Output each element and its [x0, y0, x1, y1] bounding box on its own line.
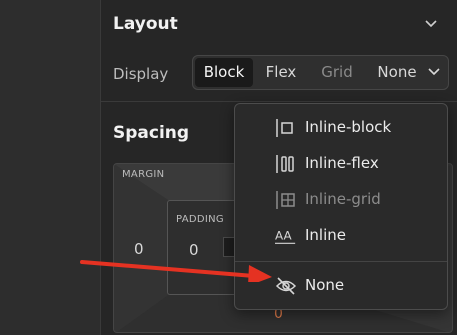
- menu-item-inline-grid[interactable]: Inline-grid: [235, 184, 447, 216]
- inline-block-icon: [276, 119, 293, 137]
- layout-section-title: Layout: [113, 14, 178, 34]
- display-label: Display: [113, 65, 169, 83]
- menu-item-inline[interactable]: AA Inline: [235, 220, 447, 252]
- svg-text:AA: AA: [275, 229, 292, 243]
- display-option-grid[interactable]: Grid: [315, 56, 359, 89]
- menu-item-label: Inline: [305, 226, 347, 244]
- inline-grid-icon: [276, 191, 295, 209]
- section-divider: [101, 101, 457, 102]
- padding-label: PADDING: [176, 214, 224, 225]
- menu-item-inline-flex[interactable]: Inline-flex: [235, 148, 447, 180]
- display-segmented-control: Block Flex Grid None: [192, 55, 449, 90]
- spacing-section-title: Spacing: [113, 123, 190, 143]
- inline-text-icon: AA: [275, 229, 296, 244]
- eye-slash-icon: [275, 277, 297, 295]
- display-option-block[interactable]: Block: [195, 58, 253, 87]
- inline-flex-icon: [276, 155, 294, 173]
- margin-label: MARGIN: [122, 169, 165, 180]
- dropdown-caret-icon[interactable]: [428, 67, 440, 77]
- chevron-down-icon[interactable]: [424, 18, 438, 30]
- left-canvas-strip: [0, 0, 100, 335]
- menu-item-inline-block[interactable]: Inline-block: [235, 112, 447, 144]
- menu-item-label: None: [305, 276, 345, 294]
- menu-item-label: Inline-grid: [305, 190, 381, 208]
- menu-item-label: Inline-block: [305, 118, 392, 136]
- display-dropdown-value[interactable]: None: [369, 56, 425, 89]
- menu-item-label: Inline-flex: [305, 154, 379, 172]
- annotation-arrow-icon: [80, 260, 272, 282]
- display-option-flex[interactable]: Flex: [259, 56, 303, 89]
